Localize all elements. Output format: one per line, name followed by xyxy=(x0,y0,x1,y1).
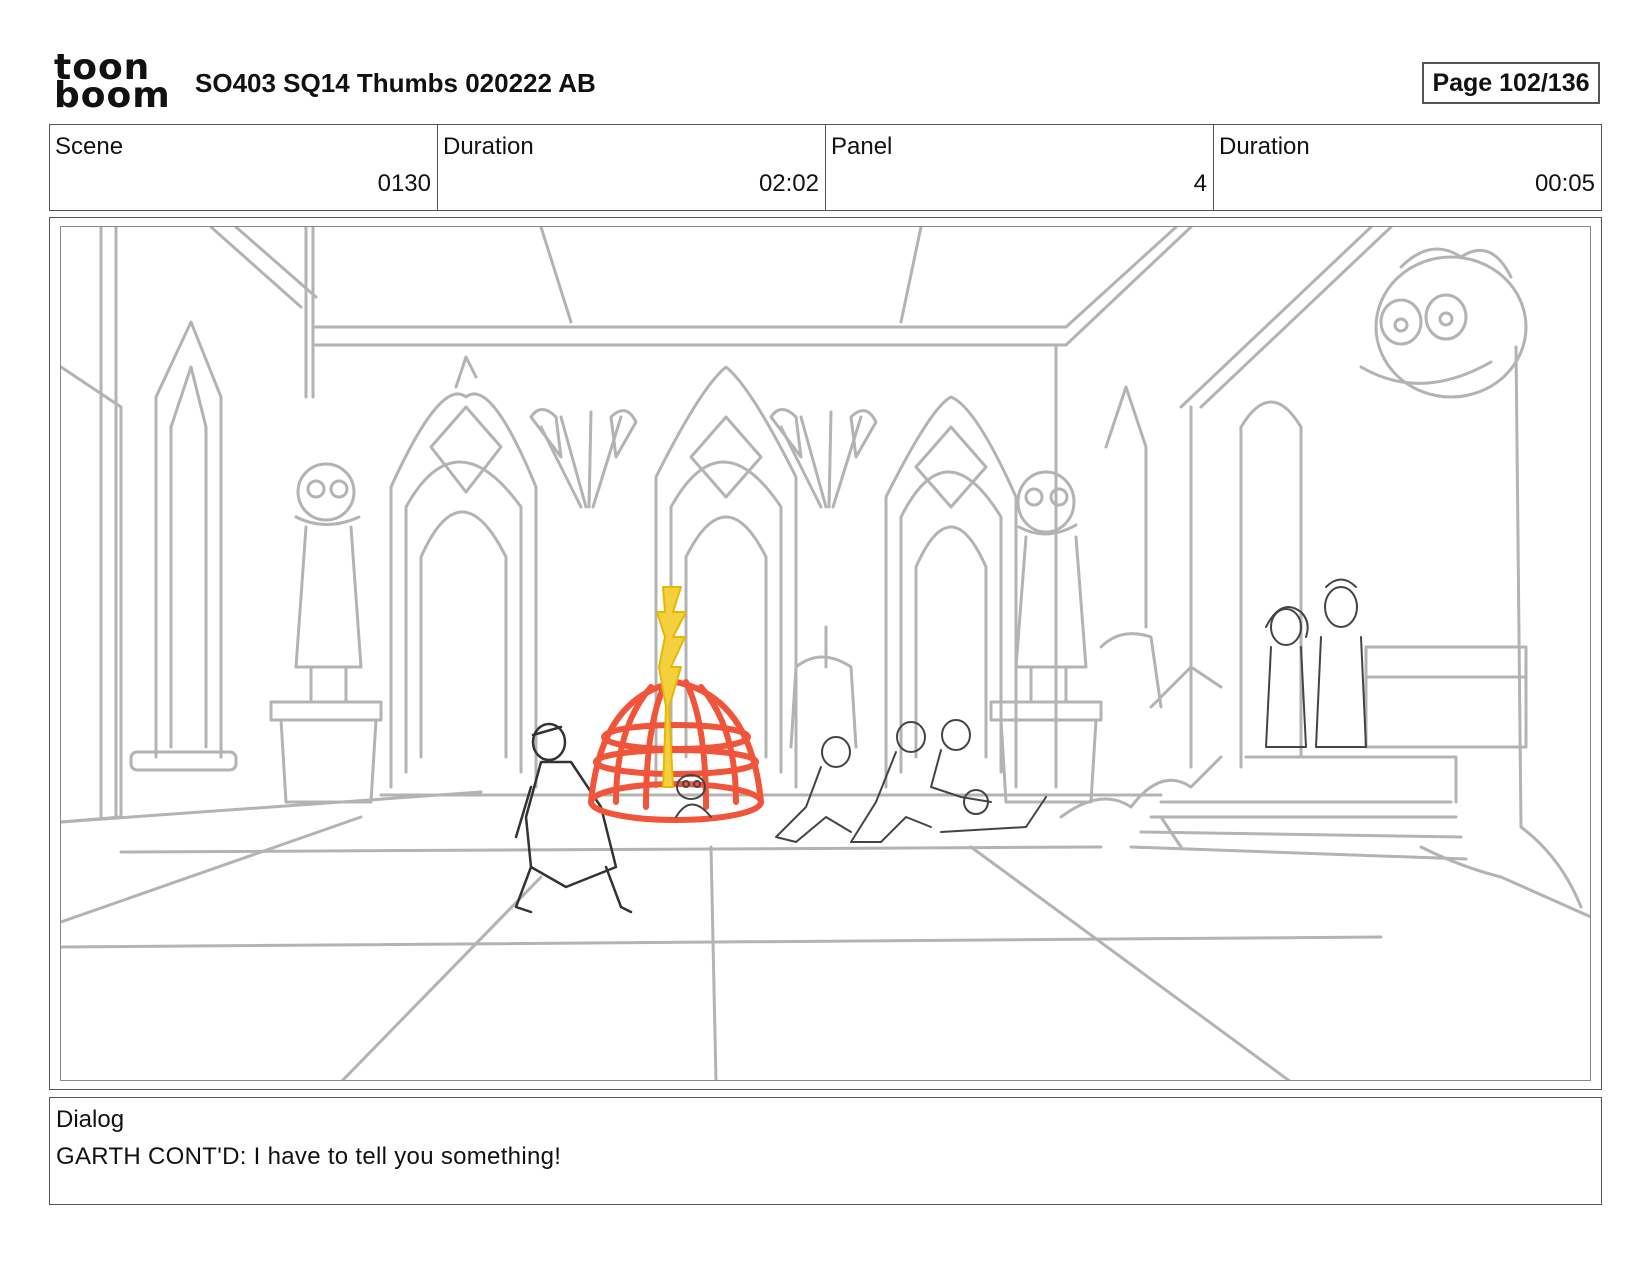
panel-duration-value: 00:05 xyxy=(1534,170,1595,197)
right-architecture xyxy=(1054,227,1528,789)
toonboom-logo: toon boom xyxy=(54,50,172,116)
scene-duration-label: Duration xyxy=(443,133,534,160)
storyboard-panel-drawing xyxy=(60,226,1591,1081)
storyboard-panel-frame xyxy=(49,217,1602,1090)
scene-label: Scene xyxy=(55,133,124,160)
ceiling-beams xyxy=(209,227,1193,399)
panel-duration-cell: Duration 00:05 xyxy=(1214,125,1601,210)
women-figures xyxy=(1265,578,1367,748)
panel-cell: Panel 4 xyxy=(826,125,1214,210)
red-cage xyxy=(588,679,764,823)
scene-info-row: Scene 0130 Duration 02:02 Panel 4 Durati… xyxy=(49,124,1602,211)
panel-value: 4 xyxy=(1193,170,1207,197)
statue-left xyxy=(269,462,383,804)
dialog-text: GARTH CONT'D: I have to tell you somethi… xyxy=(56,1143,562,1170)
floor-grid xyxy=(61,815,1383,1080)
sketch-drawing xyxy=(61,227,1590,1080)
stairs xyxy=(1059,755,1468,861)
panel-label: Panel xyxy=(831,133,893,160)
gothic-window-right xyxy=(884,395,1018,789)
scene-cell: Scene 0130 xyxy=(50,125,438,210)
scene-duration-cell: Duration 02:02 xyxy=(438,125,826,210)
dialog-box: Dialog GARTH CONT'D: I have to tell you … xyxy=(49,1097,1602,1205)
panel-duration-label: Duration xyxy=(1219,133,1310,160)
scene-value: 0130 xyxy=(377,170,431,197)
dialog-label: Dialog xyxy=(56,1106,125,1133)
candle-stand xyxy=(789,655,858,749)
statue-right xyxy=(989,470,1103,804)
wall-torches xyxy=(529,408,878,509)
left-column xyxy=(61,227,238,824)
document-title: SO403 SQ14 Thumbs 020222 AB xyxy=(195,68,596,98)
logo-line-2: boom xyxy=(54,75,171,116)
page-indicator: Page 102/136 xyxy=(1422,62,1600,104)
gothic-window-left xyxy=(389,355,538,789)
scene-duration-value: 02:02 xyxy=(758,170,819,197)
